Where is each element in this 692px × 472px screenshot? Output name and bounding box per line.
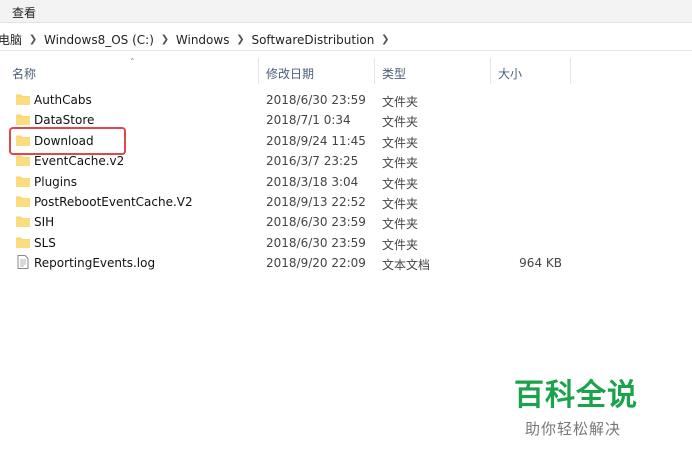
column-header-type[interactable]: 类型 xyxy=(382,65,406,82)
watermark-subtitle: 助你轻松解决 xyxy=(525,420,622,438)
folder-icon xyxy=(16,114,30,126)
chevron-right-icon[interactable]: ❯ xyxy=(22,34,44,45)
file-row-postrebooteventcache[interactable]: PostRebootEventCache.V2 2018/9/13 22:52 … xyxy=(0,192,692,212)
file-row-sls[interactable]: SLS 2018/6/30 23:59 文件夹 xyxy=(0,233,692,253)
breadcrumb-item-drive[interactable]: Windows8_OS (C:) xyxy=(44,33,154,47)
file-name: SLS xyxy=(34,235,56,250)
file-date: 2016/3/7 23:25 xyxy=(266,154,359,169)
file-type: 文件夹 xyxy=(382,115,419,130)
file-name: AuthCabs xyxy=(34,93,92,107)
file-type: 文件夹 xyxy=(382,196,419,211)
folder-icon xyxy=(16,176,30,187)
column-divider[interactable] xyxy=(570,58,571,84)
column-header-name[interactable]: 名称 xyxy=(12,65,36,82)
file-date: 2018/6/30 23:59 xyxy=(266,93,366,107)
folder-icon xyxy=(16,94,30,105)
file-row-authcabs[interactable]: AuthCabs 2018/6/30 23:59 文件夹 xyxy=(0,90,692,110)
tab-view[interactable]: 查看 xyxy=(12,4,36,21)
column-divider[interactable] xyxy=(490,58,491,84)
file-row-sih[interactable]: SIH 2018/6/30 23:59 文件夹 xyxy=(0,212,692,232)
column-header-size[interactable]: 大小 xyxy=(498,65,522,82)
highlight-box xyxy=(9,127,126,155)
file-name: ReportingEvents.log xyxy=(34,256,156,271)
breadcrumb: 电脑 ❯ Windows8_OS (C:) ❯ Windows ❯ Softwa… xyxy=(0,31,396,48)
breadcrumb-item-windows[interactable]: Windows xyxy=(176,33,230,47)
ribbon-bar: 查看 xyxy=(0,0,692,23)
column-header: ˄ 名称 修改日期 类型 大小 xyxy=(0,58,692,84)
file-date: 2018/9/20 22:09 xyxy=(266,256,366,271)
file-type: 文件夹 xyxy=(382,176,419,191)
file-type: 文件夹 xyxy=(382,156,419,171)
file-name: Plugins xyxy=(34,174,77,189)
file-date: 2018/3/18 3:04 xyxy=(266,174,359,189)
file-date: 2018/6/30 23:59 xyxy=(266,215,366,230)
file-date: 2018/6/30 23:59 xyxy=(266,235,366,250)
chevron-right-icon[interactable]: ❯ xyxy=(229,34,251,45)
file-date: 2018/9/13 22:52 xyxy=(266,194,366,209)
file-name: PostRebootEventCache.V2 xyxy=(34,194,193,209)
folder-icon xyxy=(16,216,30,228)
file-type: 文件夹 xyxy=(382,95,419,109)
sort-up-icon: ˄ xyxy=(130,58,135,68)
file-list: AuthCabs 2018/6/30 23:59 文件夹 DataStore 2… xyxy=(0,90,692,274)
text-file-icon xyxy=(17,255,29,270)
file-date: 2018/9/24 11:45 xyxy=(266,133,366,148)
folder-icon xyxy=(16,196,30,207)
file-type: 文件夹 xyxy=(382,135,419,150)
file-size: 964 KB xyxy=(519,256,562,271)
chevron-right-icon[interactable]: ❯ xyxy=(374,34,396,45)
file-name: SIH xyxy=(34,215,55,230)
breadcrumb-item-softwaredistribution[interactable]: SoftwareDistribution xyxy=(251,33,374,47)
file-type: 文本文档 xyxy=(382,258,431,273)
column-divider[interactable] xyxy=(374,58,375,84)
file-row-reportingevents[interactable]: ReportingEvents.log 2018/9/20 22:09 文本文档… xyxy=(0,253,692,273)
chevron-right-icon[interactable]: ❯ xyxy=(154,34,176,45)
column-header-date[interactable]: 修改日期 xyxy=(266,65,314,82)
watermark-logo: 百科全说 助你轻松解决 xyxy=(514,378,638,438)
address-bar[interactable]: 电脑 ❯ Windows8_OS (C:) ❯ Windows ❯ Softwa… xyxy=(0,28,692,51)
folder-icon xyxy=(16,155,30,167)
file-name: EventCache.v2 xyxy=(34,154,125,169)
file-type: 文件夹 xyxy=(382,237,419,252)
file-name: DataStore xyxy=(34,113,95,128)
file-type: 文件夹 xyxy=(382,217,419,232)
file-date: 2018/7/1 0:34 xyxy=(266,113,351,128)
file-row-plugins[interactable]: Plugins 2018/3/18 3:04 文件夹 xyxy=(0,172,692,192)
folder-icon xyxy=(16,237,30,248)
breadcrumb-item-pc[interactable]: 电脑 xyxy=(0,31,22,48)
watermark-title: 百科全说 xyxy=(514,378,638,413)
column-divider[interactable] xyxy=(258,58,259,84)
